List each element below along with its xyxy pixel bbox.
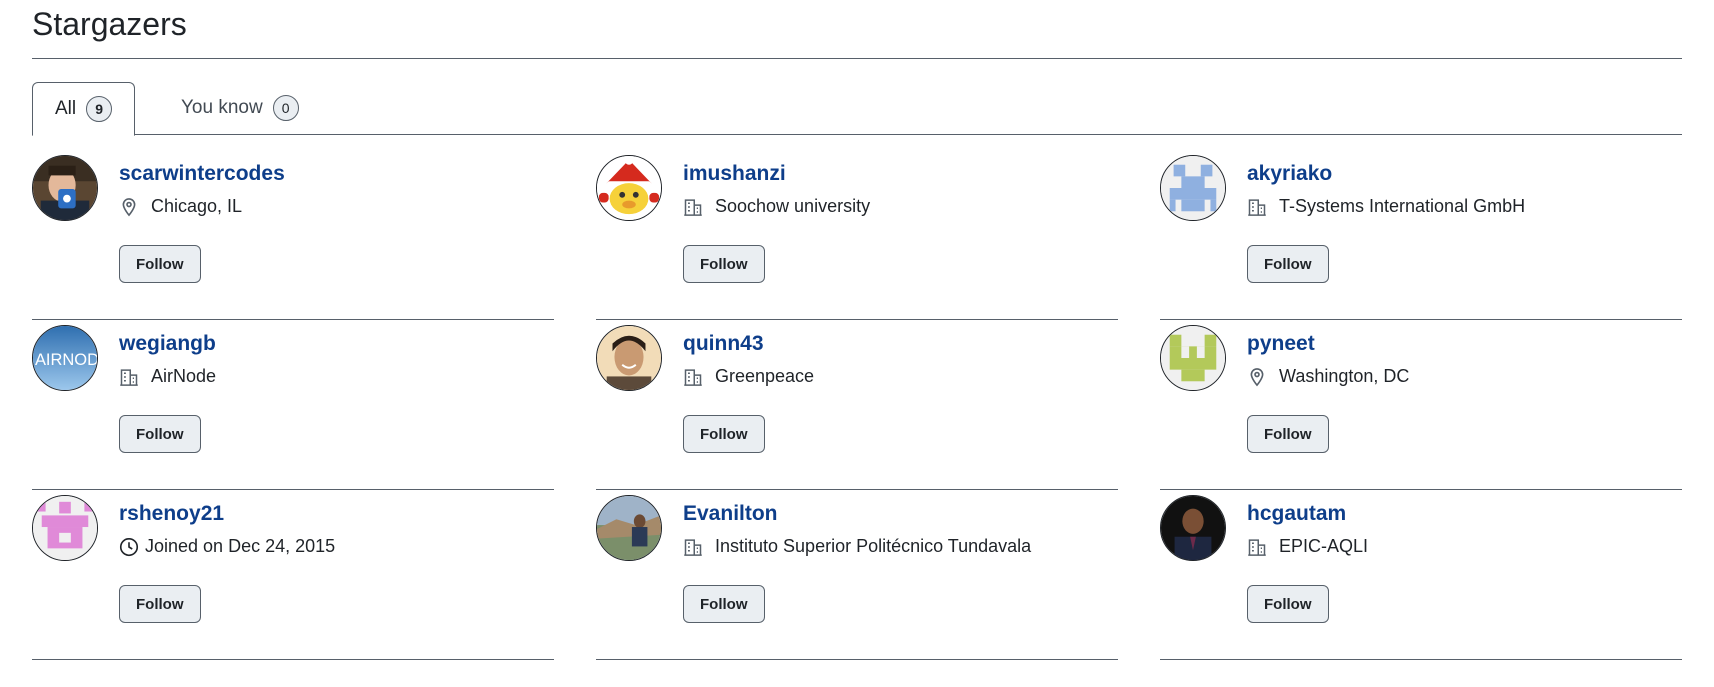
avatar[interactable] bbox=[596, 325, 662, 391]
user-organization-text: Instituto Superior Politécnico Tundavala bbox=[715, 536, 1032, 556]
title-divider bbox=[32, 58, 1682, 59]
avatar[interactable] bbox=[596, 495, 662, 561]
follow-button[interactable]: Follow bbox=[119, 245, 201, 283]
user-card: akyriako T-Systems International GmbH Fo… bbox=[1160, 150, 1682, 320]
follow-button[interactable]: Follow bbox=[1247, 585, 1329, 623]
follow-button[interactable]: Follow bbox=[119, 415, 201, 453]
username-link[interactable]: scarwintercodes bbox=[119, 162, 285, 186]
organization-icon bbox=[683, 537, 703, 557]
username-link[interactable]: hcgautam bbox=[1247, 502, 1346, 526]
tab-all[interactable]: All 9 bbox=[32, 82, 136, 136]
username-link[interactable]: pyneet bbox=[1247, 332, 1315, 356]
user-organization-text: EPIC-AQLI bbox=[1279, 536, 1369, 556]
avatar[interactable] bbox=[596, 155, 662, 221]
stargazers-page: Stargazers All 9 You know 0 scarwinterco… bbox=[0, 0, 1714, 687]
tabs-divider bbox=[32, 134, 1682, 135]
tab-nav: All 9 You know 0 bbox=[32, 82, 1682, 136]
user-card: pyneet Washington, DC Follow bbox=[1160, 320, 1682, 490]
user-joined: Joined on Dec 24, 2015 bbox=[119, 536, 335, 557]
location-icon bbox=[119, 197, 139, 217]
follow-button[interactable]: Follow bbox=[1247, 415, 1329, 453]
user-organization-text: AirNode bbox=[151, 366, 217, 386]
avatar[interactable] bbox=[1160, 325, 1226, 391]
organization-icon bbox=[683, 197, 703, 217]
avatar[interactable] bbox=[32, 495, 98, 561]
user-organization: T-Systems International GmbH bbox=[1247, 196, 1525, 217]
username-link[interactable]: quinn43 bbox=[683, 332, 764, 356]
user-organization: AirNode bbox=[119, 366, 216, 387]
follow-button[interactable]: Follow bbox=[683, 415, 765, 453]
user-organization: Greenpeace bbox=[683, 366, 814, 387]
tab-all-label: All bbox=[55, 98, 77, 119]
user-location-text: Chicago, IL bbox=[151, 196, 243, 216]
organization-icon bbox=[683, 367, 703, 387]
user-organization: Instituto Superior Politécnico Tundavala bbox=[683, 536, 1031, 557]
card-divider bbox=[1160, 659, 1682, 660]
clock-icon bbox=[119, 537, 139, 557]
avatar[interactable] bbox=[32, 155, 98, 221]
user-organization: EPIC-AQLI bbox=[1247, 536, 1368, 557]
username-link[interactable]: Evanilton bbox=[683, 502, 778, 526]
tab-you-know-count: 0 bbox=[272, 95, 299, 121]
user-card: quinn43 Greenpeace Follow bbox=[596, 320, 1118, 490]
tab-you-know-label: You know bbox=[181, 97, 263, 118]
user-joined-text: Joined on Dec 24, 2015 bbox=[145, 536, 336, 556]
location-icon bbox=[1247, 367, 1267, 387]
organization-icon bbox=[1247, 197, 1267, 217]
follow-button[interactable]: Follow bbox=[683, 585, 765, 623]
user-organization: Soochow university bbox=[683, 196, 870, 217]
user-organization-text: Greenpeace bbox=[715, 366, 815, 386]
user-card: rshenoy21 Joined on Dec 24, 2015 Follow bbox=[32, 490, 554, 660]
user-card: Evanilton Instituto Superior Politécnico… bbox=[596, 490, 1118, 660]
user-location: Chicago, IL bbox=[119, 196, 242, 217]
follow-button[interactable]: Follow bbox=[119, 585, 201, 623]
tab-you-know[interactable]: You know 0 bbox=[159, 82, 321, 134]
card-divider bbox=[32, 659, 554, 660]
username-link[interactable]: akyriako bbox=[1247, 162, 1332, 186]
user-location-text: Washington, DC bbox=[1279, 366, 1410, 386]
user-card: AIRNODE wegiangb AirNode Follow bbox=[32, 320, 554, 490]
page-title: Stargazers bbox=[32, 6, 187, 42]
svg-text:AIRNODE: AIRNODE bbox=[35, 351, 97, 369]
organization-icon bbox=[1247, 537, 1267, 557]
card-divider bbox=[596, 659, 1118, 660]
avatar[interactable]: AIRNODE bbox=[32, 325, 98, 391]
follow-button[interactable]: Follow bbox=[1247, 245, 1329, 283]
follow-button[interactable]: Follow bbox=[683, 245, 765, 283]
username-link[interactable]: wegiangb bbox=[119, 332, 216, 356]
avatar[interactable] bbox=[1160, 155, 1226, 221]
user-organization-text: T-Systems International GmbH bbox=[1279, 196, 1526, 216]
user-location: Washington, DC bbox=[1247, 366, 1409, 387]
user-card: scarwintercodes Chicago, IL Follow bbox=[32, 150, 554, 320]
username-link[interactable]: rshenoy21 bbox=[119, 502, 224, 526]
username-link[interactable]: imushanzi bbox=[683, 162, 786, 186]
organization-icon bbox=[119, 367, 139, 387]
user-card: imushanzi Soochow university Follow bbox=[596, 150, 1118, 320]
tab-all-count: 9 bbox=[86, 96, 113, 122]
user-organization-text: Soochow university bbox=[715, 196, 871, 216]
user-card: hcgautam EPIC-AQLI Follow bbox=[1160, 490, 1682, 660]
avatar[interactable] bbox=[1160, 495, 1226, 561]
